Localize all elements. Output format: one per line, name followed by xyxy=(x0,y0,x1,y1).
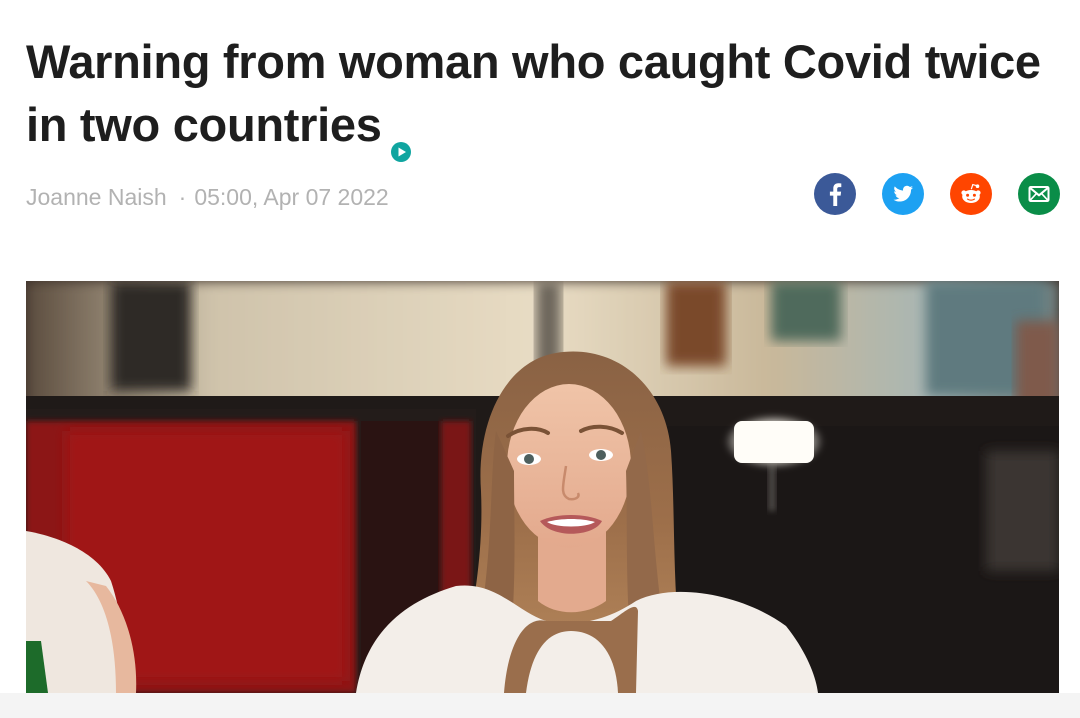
twitter-icon xyxy=(893,185,913,202)
video-thumbnail xyxy=(26,281,1059,693)
video-player[interactable] xyxy=(26,281,1059,693)
author-link[interactable]: Joanne Naish xyxy=(26,184,167,211)
video-play-icon[interactable] xyxy=(390,115,412,162)
article-headline: Warning from woman who caught Covid twic… xyxy=(26,30,1066,162)
share-twitter-button[interactable] xyxy=(882,173,924,215)
reddit-icon xyxy=(961,183,981,203)
email-icon xyxy=(1028,186,1050,202)
share-reddit-button[interactable] xyxy=(950,173,992,215)
share-buttons xyxy=(814,173,1060,215)
share-email-button[interactable] xyxy=(1018,173,1060,215)
facebook-icon xyxy=(829,183,842,206)
headline-text: Warning from woman who caught Covid twic… xyxy=(26,35,1041,151)
publish-datetime: 05:00, Apr 07 2022 xyxy=(194,183,389,210)
bottom-strip xyxy=(0,693,1080,718)
share-facebook-button[interactable] xyxy=(814,173,856,215)
byline-separator: · xyxy=(178,183,187,210)
article-page: Warning from woman who caught Covid twic… xyxy=(0,0,1080,718)
article-byline: Joanne Naish · 05:00, Apr 07 2022 xyxy=(26,181,389,213)
